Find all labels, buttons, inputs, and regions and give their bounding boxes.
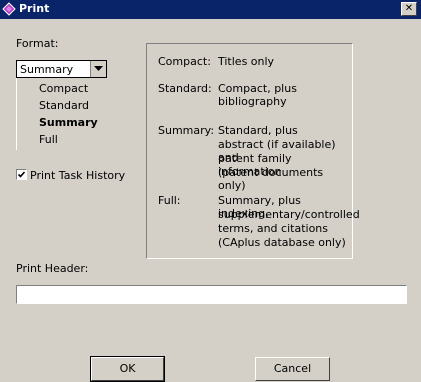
term-compact: Compact: — [158, 55, 211, 68]
desc-standard-line: bibliography — [218, 95, 287, 108]
app-icon — [2, 2, 16, 16]
ok-button[interactable]: OK — [90, 356, 165, 382]
desc-summary-line: (patent documents only) — [218, 166, 324, 192]
desc-full-line: supplementary/controlled — [218, 208, 360, 221]
format-option-standard[interactable]: Standard — [39, 99, 89, 112]
print-task-history-checkbox[interactable] — [16, 169, 27, 180]
desc-compact-line: Titles only — [218, 55, 275, 68]
format-options-list: Compact Standard Summary Full — [16, 78, 107, 150]
format-option-summary[interactable]: Summary — [39, 116, 98, 129]
term-standard: Standard: — [158, 82, 212, 95]
title-bar: Print ✕ — [0, 0, 421, 19]
print-header-input[interactable] — [16, 285, 407, 304]
format-option-full[interactable]: Full — [39, 133, 58, 146]
format-option-compact[interactable]: Compact — [39, 82, 88, 95]
format-label: Format: — [16, 37, 59, 50]
term-full: Full: — [158, 194, 181, 207]
checkmark-icon — [17, 171, 26, 178]
desc-standard-line: Compact, plus — [218, 82, 297, 95]
format-descriptions-panel: Compact: Titles only Standard: Compact, … — [146, 43, 360, 259]
print-header-label: Print Header: — [16, 262, 89, 275]
window-title: Print — [19, 2, 50, 15]
print-task-history-label[interactable]: Print Task History — [30, 169, 125, 182]
desc-full-line: terms, and citations — [218, 222, 328, 235]
cancel-button[interactable]: Cancel — [255, 357, 330, 381]
format-selected-value: Summary — [20, 63, 74, 76]
close-button[interactable]: ✕ — [401, 2, 417, 16]
dropdown-button[interactable] — [90, 61, 106, 77]
format-dropdown[interactable]: Summary — [16, 60, 107, 78]
chevron-down-icon — [94, 66, 103, 71]
desc-full-line: (CAplus database only) — [218, 236, 346, 249]
desc-summary-line: Standard, plus — [218, 124, 298, 137]
term-summary: Summary: — [158, 124, 215, 137]
